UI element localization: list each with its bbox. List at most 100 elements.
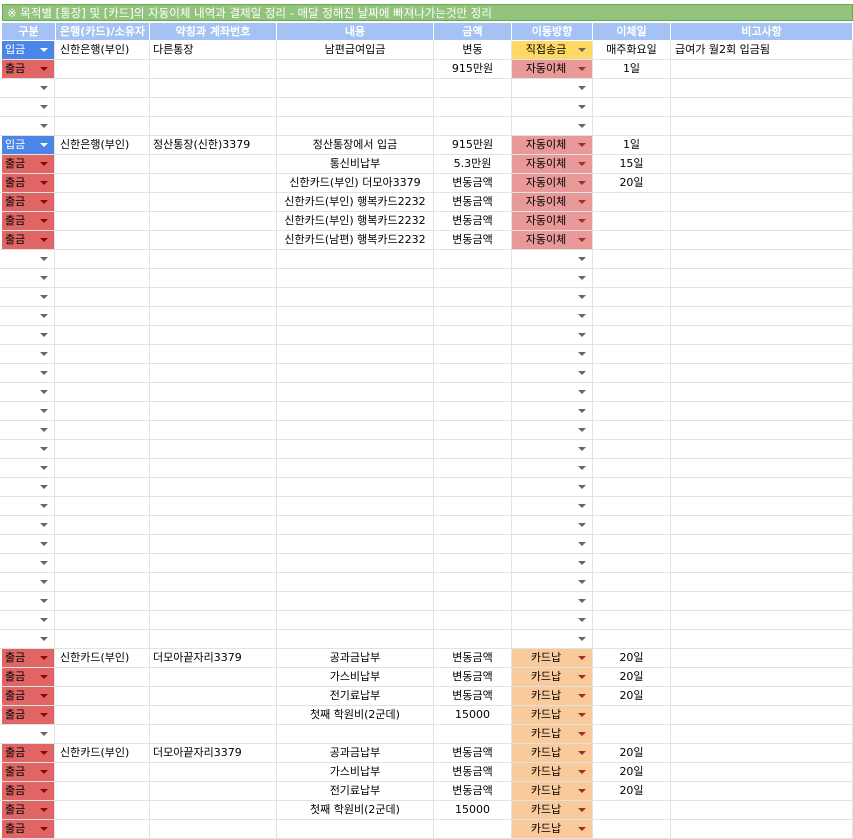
direction-dropdown[interactable] [512,98,593,116]
direction-dropdown[interactable]: 카드납 [512,725,593,743]
direction-dropdown[interactable]: 카드납 [512,687,593,705]
chevron-down-icon[interactable] [578,352,586,356]
direction-dropdown[interactable] [512,307,593,325]
chevron-down-icon[interactable] [40,618,48,622]
chevron-down-icon[interactable] [578,219,586,223]
chevron-down-icon[interactable] [40,580,48,584]
chevron-down-icon[interactable] [40,656,48,660]
chevron-down-icon[interactable] [40,257,48,261]
type-dropdown[interactable] [2,364,55,382]
chevron-down-icon[interactable] [578,333,586,337]
chevron-down-icon[interactable] [40,181,48,185]
direction-dropdown[interactable] [512,459,593,477]
chevron-down-icon[interactable] [40,637,48,641]
direction-dropdown[interactable]: 자동이체 [512,174,593,192]
type-dropdown[interactable] [2,269,55,287]
type-dropdown[interactable] [2,117,55,135]
type-dropdown[interactable]: 출금 [2,193,55,211]
chevron-down-icon[interactable] [578,409,586,413]
chevron-down-icon[interactable] [578,523,586,527]
chevron-down-icon[interactable] [40,314,48,318]
type-dropdown[interactable]: 출금 [2,706,55,724]
direction-dropdown[interactable]: 카드납 [512,668,593,686]
type-dropdown[interactable] [2,535,55,553]
chevron-down-icon[interactable] [578,447,586,451]
type-dropdown[interactable]: 출금 [2,763,55,781]
chevron-down-icon[interactable] [40,162,48,166]
chevron-down-icon[interactable] [40,466,48,470]
direction-dropdown[interactable] [512,573,593,591]
direction-dropdown[interactable]: 자동이체 [512,193,593,211]
chevron-down-icon[interactable] [40,333,48,337]
chevron-down-icon[interactable] [40,675,48,679]
direction-dropdown[interactable]: 카드납 [512,744,593,762]
chevron-down-icon[interactable] [40,124,48,128]
chevron-down-icon[interactable] [40,542,48,546]
chevron-down-icon[interactable] [40,48,48,52]
chevron-down-icon[interactable] [578,238,586,242]
chevron-down-icon[interactable] [578,67,586,71]
type-dropdown[interactable]: 입금 [2,136,55,154]
direction-dropdown[interactable]: 카드납 [512,820,593,838]
chevron-down-icon[interactable] [578,618,586,622]
chevron-down-icon[interactable] [40,447,48,451]
chevron-down-icon[interactable] [578,808,586,812]
type-dropdown[interactable] [2,345,55,363]
chevron-down-icon[interactable] [578,200,586,204]
type-dropdown[interactable]: 출금 [2,155,55,173]
chevron-down-icon[interactable] [578,656,586,660]
chevron-down-icon[interactable] [578,599,586,603]
chevron-down-icon[interactable] [40,827,48,831]
chevron-down-icon[interactable] [40,694,48,698]
type-dropdown[interactable]: 출금 [2,174,55,192]
chevron-down-icon[interactable] [40,409,48,413]
chevron-down-icon[interactable] [578,295,586,299]
type-dropdown[interactable] [2,630,55,648]
chevron-down-icon[interactable] [578,86,586,90]
direction-dropdown[interactable] [512,592,593,610]
chevron-down-icon[interactable] [578,162,586,166]
chevron-down-icon[interactable] [40,352,48,356]
chevron-down-icon[interactable] [578,713,586,717]
type-dropdown[interactable] [2,459,55,477]
type-dropdown[interactable] [2,592,55,610]
type-dropdown[interactable]: 출금 [2,820,55,838]
type-dropdown[interactable] [2,478,55,496]
chevron-down-icon[interactable] [578,276,586,280]
direction-dropdown[interactable] [512,269,593,287]
chevron-down-icon[interactable] [40,523,48,527]
direction-dropdown[interactable] [512,497,593,515]
type-dropdown[interactable] [2,611,55,629]
chevron-down-icon[interactable] [578,789,586,793]
type-dropdown[interactable] [2,383,55,401]
direction-dropdown[interactable] [512,364,593,382]
chevron-down-icon[interactable] [578,770,586,774]
chevron-down-icon[interactable] [40,713,48,717]
chevron-down-icon[interactable] [40,86,48,90]
chevron-down-icon[interactable] [40,238,48,242]
direction-dropdown[interactable]: 자동이체 [512,155,593,173]
type-dropdown[interactable]: 출금 [2,649,55,667]
chevron-down-icon[interactable] [40,599,48,603]
direction-dropdown[interactable]: 자동이체 [512,212,593,230]
chevron-down-icon[interactable] [40,67,48,71]
type-dropdown[interactable] [2,98,55,116]
type-dropdown[interactable] [2,725,55,743]
chevron-down-icon[interactable] [40,751,48,755]
type-dropdown[interactable] [2,307,55,325]
direction-dropdown[interactable] [512,516,593,534]
chevron-down-icon[interactable] [40,808,48,812]
direction-dropdown[interactable] [512,421,593,439]
chevron-down-icon[interactable] [578,485,586,489]
chevron-down-icon[interactable] [40,295,48,299]
chevron-down-icon[interactable] [40,770,48,774]
direction-dropdown[interactable] [512,402,593,420]
direction-dropdown[interactable] [512,117,593,135]
type-dropdown[interactable] [2,554,55,572]
chevron-down-icon[interactable] [578,637,586,641]
type-dropdown[interactable] [2,402,55,420]
direction-dropdown[interactable] [512,79,593,97]
chevron-down-icon[interactable] [578,428,586,432]
type-dropdown[interactable]: 입금 [2,41,55,59]
type-dropdown[interactable] [2,326,55,344]
